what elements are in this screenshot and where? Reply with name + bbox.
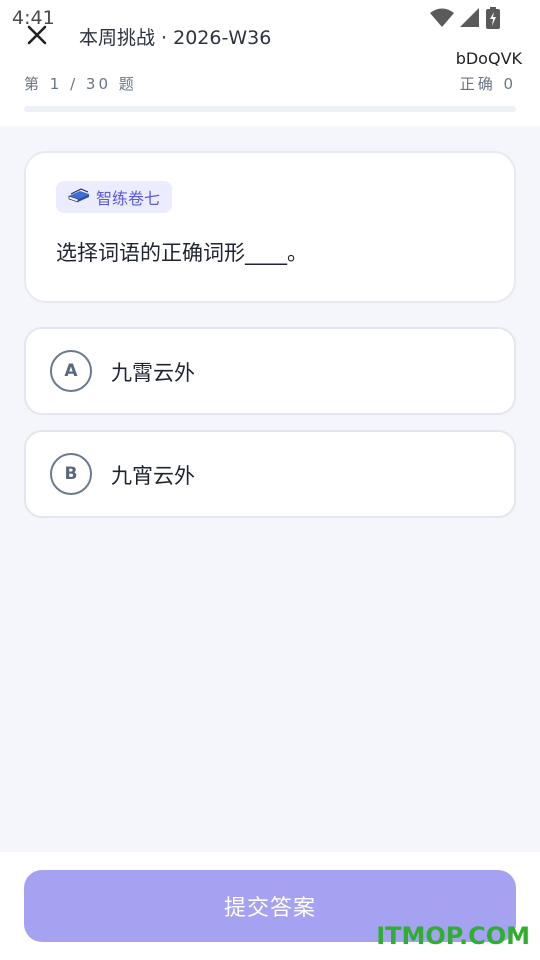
option-a[interactable]: A 九霄云外 [24, 327, 516, 415]
option-text: 九霄云外 [111, 361, 195, 385]
page-title: 本周挑战 · 2026-W36 [79, 27, 272, 49]
progress-bar [24, 106, 516, 112]
wifi-icon [430, 8, 454, 28]
battery-charging-icon [486, 7, 500, 29]
correct-count: 正确 0 [459, 75, 516, 93]
submit-answer-label: 提交答案 [223, 896, 316, 921]
user-code: bDoQVK [455, 49, 522, 68]
question-tag: 智练卷七 [56, 181, 173, 213]
close-icon [26, 24, 48, 50]
top-header: 4:41 本周挑战 · 2026-W36 bDoQVK 第 1 / 30 题 正… [0, 0, 540, 126]
watermark-logo: ITMOP.COM [376, 922, 530, 950]
option-letter: B [50, 453, 92, 495]
close-button[interactable] [22, 22, 52, 52]
question-tag-label: 智练卷七 [96, 189, 161, 208]
option-letter: A [50, 350, 92, 392]
option-text: 九宵云外 [111, 464, 195, 488]
question-card: 智练卷七 选择词语的正确词形____。 [24, 151, 516, 303]
book-icon [68, 187, 90, 207]
question-progress-text: 第 1 / 30 题 [24, 75, 137, 93]
option-b[interactable]: B 九宵云外 [24, 430, 516, 518]
status-icons [430, 7, 500, 29]
question-text: 选择词语的正确词形____。 [56, 241, 308, 265]
cellular-signal-icon [460, 8, 480, 28]
